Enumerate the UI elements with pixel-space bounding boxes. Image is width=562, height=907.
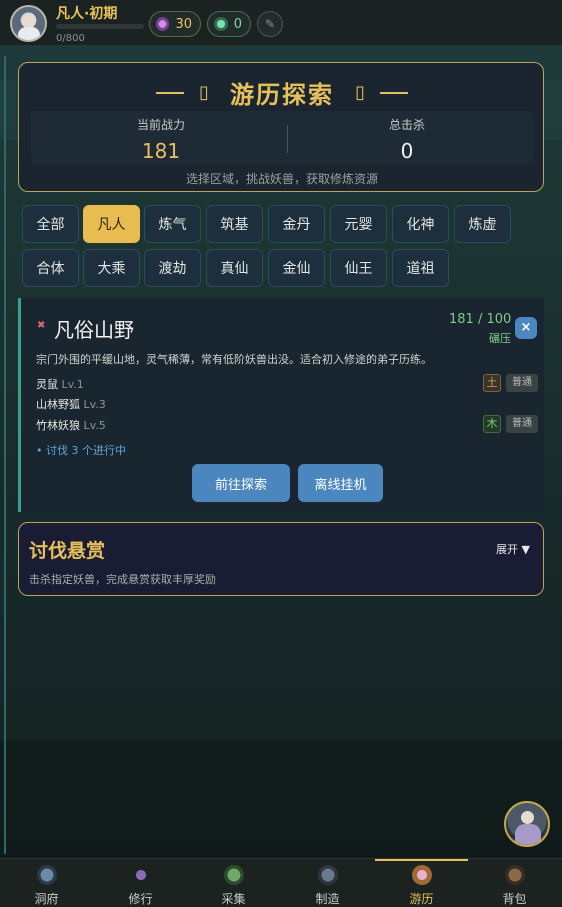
nav-gather[interactable]: 采集 xyxy=(187,859,280,907)
monster-level: Lv.5 xyxy=(83,419,106,432)
explore-header-card: ▯ 游历探索 ▯ 当前战力 181 总击杀 0 选择区域，挑战妖兽，获取修炼资源 xyxy=(18,62,544,192)
avatar-face xyxy=(22,14,36,28)
nav-label: 背包 xyxy=(502,892,527,906)
title-bracket-left: ▯ xyxy=(199,82,209,103)
nav-label: 制造 xyxy=(315,892,340,906)
monster-row: 山林野狐 Lv.3 xyxy=(36,396,106,412)
tab-true-immortal[interactable]: 真仙 xyxy=(206,249,263,287)
left-accent-line xyxy=(4,56,6,854)
spirit-stone-count: 30 xyxy=(175,16,192,32)
jade-counter[interactable]: 0 xyxy=(207,11,251,37)
tab-mortal[interactable]: 凡人 xyxy=(83,205,140,243)
spirit-stone-counter[interactable]: 30 xyxy=(149,11,201,37)
tab-golden-immortal[interactable]: 金仙 xyxy=(268,249,325,287)
element-badge-wood: 木 xyxy=(483,415,501,433)
xp-text: 0/800 xyxy=(56,33,85,44)
pencil-icon: ✎ xyxy=(264,17,276,31)
background-band xyxy=(0,740,562,858)
player-realm: 凡人·初期 xyxy=(56,6,118,22)
nav-explore[interactable]: 游历 xyxy=(375,859,468,907)
zone-status: 碾压 xyxy=(489,332,511,345)
nav-bag[interactable]: 背包 xyxy=(468,859,561,907)
explore-button[interactable]: 前往探索 xyxy=(192,464,290,502)
tab-nascent-soul[interactable]: 元婴 xyxy=(330,205,387,243)
edit-button[interactable]: ✎ xyxy=(257,11,283,37)
bounty-panel: 讨伐悬赏 展开 ▼ 击杀指定妖兽，完成悬赏获取丰厚奖励 xyxy=(18,522,544,596)
bounty-title: 讨伐悬赏 xyxy=(29,540,106,562)
element-badge-earth: 土 xyxy=(483,374,501,392)
monster-name: 竹林妖狼 xyxy=(36,419,80,432)
zone-description: 宗门外围的平缓山地，灵气稀薄，常有低阶妖兽出没。适合初入修途的弟子历练。 xyxy=(36,353,432,366)
tab-dao-ancestor[interactable]: 道祖 xyxy=(392,249,449,287)
tab-spirit-severing[interactable]: 化神 xyxy=(392,205,449,243)
monster-name: 灵鼠 xyxy=(36,378,58,391)
player-avatar[interactable] xyxy=(10,5,47,42)
total-kills-value: 0 xyxy=(400,139,414,163)
nav-cultivate[interactable]: 修行 xyxy=(94,859,187,907)
zone-name: 凡俗山野 xyxy=(54,318,134,342)
zone-power-ratio: 181 / 100 xyxy=(449,312,512,327)
gather-icon xyxy=(223,865,244,885)
title-bracket-right: ▯ xyxy=(355,82,365,103)
tier-badge: 普通 xyxy=(506,415,538,433)
title-dash-left xyxy=(155,91,184,94)
monster-level: Lv.3 xyxy=(83,398,106,411)
jade-icon xyxy=(214,17,228,31)
bottom-nav: 洞府 修行 采集 制造 游历 背包 xyxy=(0,858,562,907)
avatar-robe xyxy=(18,27,40,40)
tab-mahayana[interactable]: 大乘 xyxy=(83,249,140,287)
tab-immortal-king[interactable]: 仙王 xyxy=(330,249,387,287)
page-title: 游历探索 xyxy=(230,81,334,109)
tab-golden-core[interactable]: 金丹 xyxy=(268,205,325,243)
tab-void-refining[interactable]: 炼虚 xyxy=(454,205,511,243)
total-kills-label: 总击杀 xyxy=(388,118,425,132)
combat-power-label: 当前战力 xyxy=(136,118,185,132)
monster-row: 竹林妖狼 Lv.5 xyxy=(36,417,106,433)
tab-foundation[interactable]: 筑基 xyxy=(206,205,263,243)
title-dash-right xyxy=(380,91,409,94)
offline-afk-button[interactable]: 离线挂机 xyxy=(298,464,383,502)
zone-marker-icon: ✖ xyxy=(37,320,46,331)
monster-name: 山林野狐 xyxy=(36,398,80,411)
character-robe xyxy=(515,824,541,845)
combat-power-value: 181 xyxy=(141,139,181,163)
bag-icon xyxy=(504,865,525,885)
close-button[interactable]: × xyxy=(515,317,537,339)
bounty-description: 击杀指定妖兽，完成悬赏获取丰厚奖励 xyxy=(29,573,216,586)
bounty-expand-toggle[interactable]: 展开 ▼ xyxy=(496,541,530,557)
monster-level: Lv.1 xyxy=(61,378,84,391)
spirit-stone-icon xyxy=(156,17,170,31)
cultivate-icon xyxy=(130,865,151,885)
total-kills-stat: 总击杀 0 xyxy=(277,116,537,163)
quest-progress-note: • 讨伐 3 个进行中 xyxy=(36,444,126,457)
nav-cave[interactable]: 洞府 xyxy=(0,859,93,907)
nav-label: 修行 xyxy=(128,892,153,906)
cave-icon xyxy=(36,865,57,885)
tier-badge: 普通 xyxy=(506,374,538,392)
xp-progress-bar xyxy=(56,24,144,29)
header-hint: 选择区域，挑战妖兽，获取修炼资源 xyxy=(185,172,378,186)
explore-icon xyxy=(411,865,432,885)
jade-count: 0 xyxy=(233,16,242,32)
combat-power-stat: 当前战力 181 xyxy=(31,116,291,163)
character-face xyxy=(521,811,534,824)
nav-label: 采集 xyxy=(221,892,246,906)
nav-craft[interactable]: 制造 xyxy=(281,859,374,907)
top-bar: 凡人·初期 0/800 30 0 ✎ xyxy=(0,0,562,46)
nav-label: 游历 xyxy=(409,892,434,906)
header-title-row: ▯ 游历探索 ▯ xyxy=(19,75,545,110)
tab-qi-refining[interactable]: 炼气 xyxy=(144,205,201,243)
nav-label: 洞府 xyxy=(34,892,59,906)
craft-icon xyxy=(317,865,338,885)
floating-character-button[interactable] xyxy=(504,801,550,847)
tab-body-integration[interactable]: 合体 xyxy=(22,249,79,287)
tab-tribulation[interactable]: 渡劫 xyxy=(144,249,201,287)
tab-all[interactable]: 全部 xyxy=(22,205,79,243)
zone-card[interactable]: ✖ 凡俗山野 181 / 100 碾压 × 宗门外围的平缓山地，灵气稀薄，常有低… xyxy=(18,298,544,512)
monster-row: 灵鼠 Lv.1 xyxy=(36,376,84,392)
